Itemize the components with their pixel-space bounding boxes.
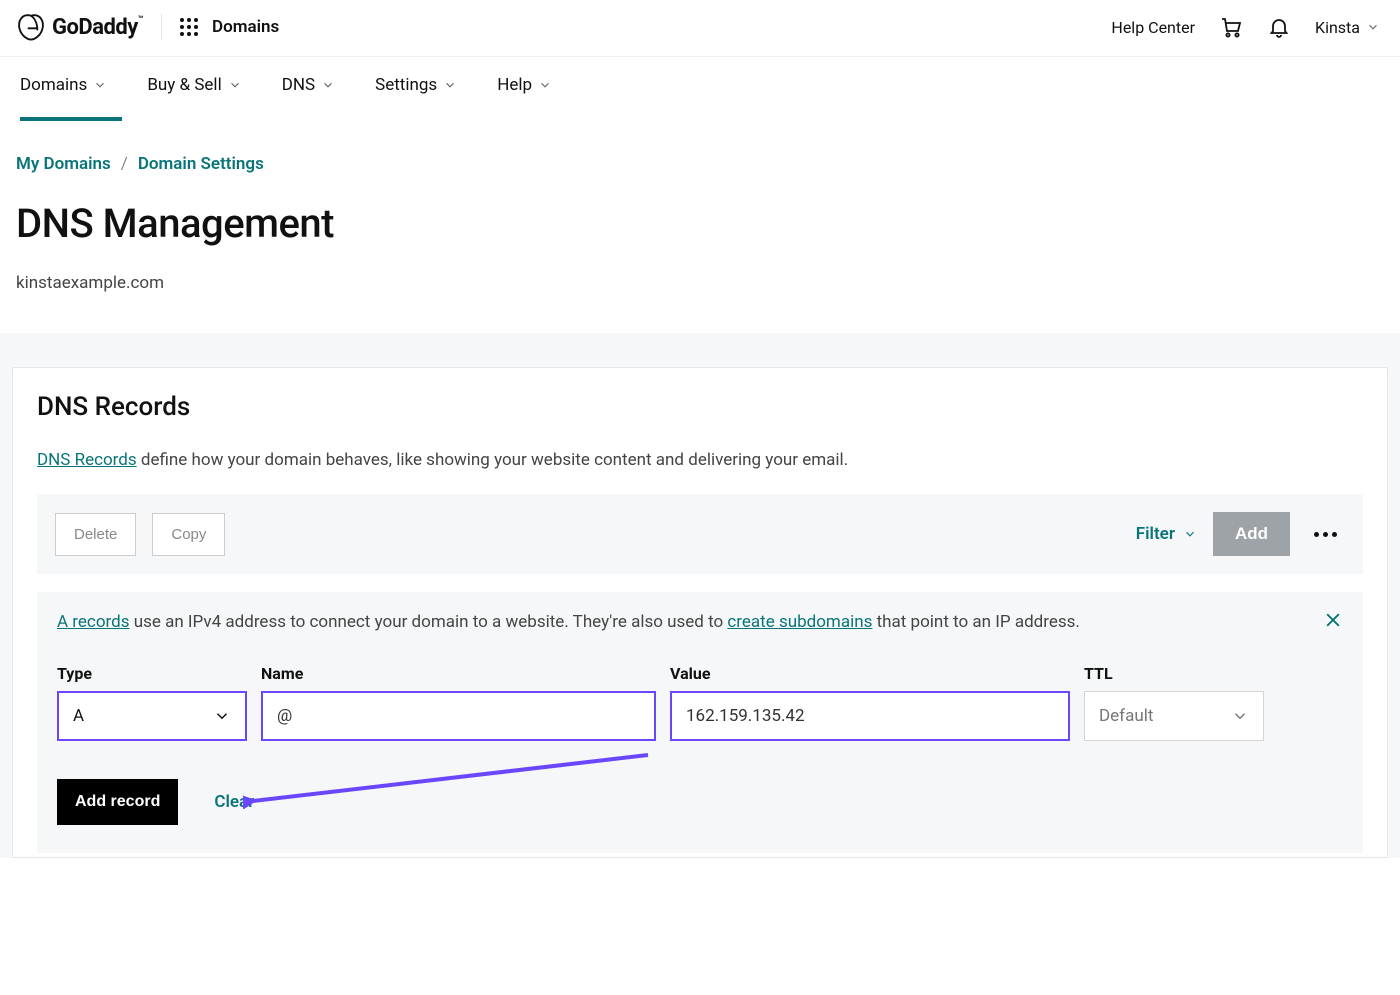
value-input[interactable] [686,706,1054,726]
content-zone: DNS Records DNS Records define how your … [0,333,1400,858]
label-name: Name [261,664,656,683]
breadcrumb-my-domains[interactable]: My Domains [16,154,111,174]
breadcrumb: My Domains / Domain Settings [16,154,1384,174]
name-input[interactable] [277,706,640,726]
filter-label: Filter [1136,524,1175,544]
domain-name: kinstaexample.com [16,273,1384,293]
chevron-down-icon [228,78,242,92]
label-ttl: TTL [1084,664,1264,683]
info-end: that point to an IP address. [872,612,1080,632]
panel-desc-text: define how your domain behaves, like sho… [137,450,849,470]
field-value: Value [670,664,1070,741]
sub-nav: Domains Buy & Sell DNS Settings Help [0,57,1400,122]
type-select[interactable]: A [57,691,247,741]
label-value: Value [670,664,1070,683]
page-area: My Domains / Domain Settings DNS Managem… [0,122,1400,333]
more-menu-icon[interactable] [1306,532,1345,537]
copy-button[interactable]: Copy [152,513,225,556]
add-record-form: A records use an IPv4 address to connect… [37,592,1363,853]
chevron-down-icon [1183,527,1197,541]
chevron-down-icon [1231,707,1249,725]
separator [161,14,162,40]
close-icon[interactable] [1323,610,1343,630]
add-button[interactable]: Add [1213,512,1290,556]
nav-dns[interactable]: DNS [282,75,335,121]
breadcrumb-sep: / [121,154,128,174]
a-records-link[interactable]: A records [57,612,129,632]
label-type: Type [57,664,247,683]
ttl-select[interactable]: Default [1084,691,1264,741]
brand-logo[interactable]: GoDaddy™ [16,12,143,42]
type-value: A [73,706,213,726]
section-label: Domains [212,17,279,37]
records-toolbar: Delete Copy Filter Add [37,494,1363,574]
help-center-link[interactable]: Help Center [1111,18,1195,37]
value-input-wrap [670,691,1070,741]
chevron-down-icon [1366,20,1380,34]
user-name: Kinsta [1315,18,1360,37]
field-row: Type A Name Value [57,664,1343,741]
nav-help[interactable]: Help [497,75,552,121]
chevron-down-icon [93,78,107,92]
nav-domains[interactable]: Domains [20,75,107,121]
ttl-value: Default [1099,706,1231,726]
field-name: Name [261,664,656,741]
chevron-down-icon [538,78,552,92]
panel-description: DNS Records define how your domain behav… [37,450,1363,470]
chevron-down-icon [321,78,335,92]
top-header: GoDaddy™ Domains Help Center Kinsta [0,0,1400,57]
field-ttl: TTL Default [1084,664,1264,741]
delete-button[interactable]: Delete [55,513,136,556]
a-record-info: A records use an IPv4 address to connect… [57,612,1343,632]
form-actions: Add record Clear [57,779,1343,825]
dns-records-help-link[interactable]: DNS Records [37,450,137,470]
brand-name: GoDaddy™ [52,15,143,40]
bell-icon[interactable] [1267,15,1291,39]
field-type: Type A [57,664,247,741]
user-menu[interactable]: Kinsta [1315,18,1380,37]
chevron-down-icon [443,78,457,92]
page-title: DNS Management [16,200,1384,247]
info-mid: use an IPv4 address to connect your doma… [129,612,727,632]
filter-dropdown[interactable]: Filter [1136,524,1197,544]
nav-settings[interactable]: Settings [375,75,457,121]
dns-records-panel: DNS Records DNS Records define how your … [12,367,1388,858]
chevron-down-icon [213,707,231,725]
nav-buy-sell[interactable]: Buy & Sell [147,75,241,121]
breadcrumb-domain-settings[interactable]: Domain Settings [138,154,264,174]
annotation-arrow-icon [243,749,653,809]
cart-icon[interactable] [1219,15,1243,39]
godaddy-logo-icon [16,12,46,42]
name-input-wrap [261,691,656,741]
create-subdomains-link[interactable]: create subdomains [727,612,872,632]
clear-link[interactable]: Clear [214,792,254,812]
add-record-button[interactable]: Add record [57,779,178,825]
apps-grid-icon[interactable] [180,18,198,36]
panel-heading: DNS Records [37,392,1363,422]
